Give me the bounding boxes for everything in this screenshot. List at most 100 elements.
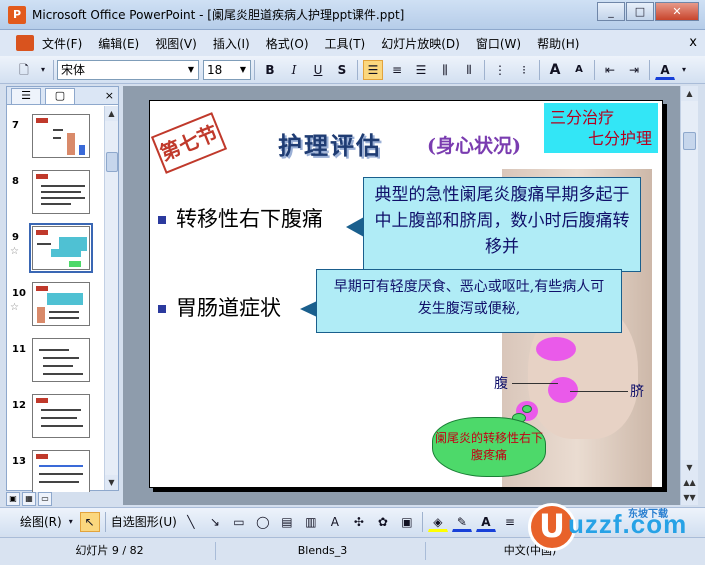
toolbar-dropdown-icon[interactable]: ▾ [38,60,48,80]
menu-format[interactable]: 格式(O) [258,35,317,52]
font-size-select[interactable]: 18 ▼ [203,59,251,80]
underline-button[interactable]: U [308,60,328,80]
slide-preview[interactable] [29,223,93,273]
vertical-text-icon[interactable]: ⫼ [435,60,455,80]
thumbnail-slide-8[interactable]: 8 [7,168,104,224]
font-name-select[interactable]: 宋体 ▼ [57,59,199,80]
wordart-icon[interactable]: A [325,512,345,532]
window-title: Microsoft Office PowerPoint - [阑尾炎胆道疾病人护… [32,8,405,22]
thumbnail-slide-12[interactable]: 12 [7,392,104,448]
line-color-icon[interactable]: ✎ [451,512,472,532]
font-color-icon[interactable]: A [475,512,496,532]
align-left-icon[interactable]: ☰ [363,59,383,80]
slide-subtitle: (身心状况) [427,135,521,157]
document-close-button[interactable]: x [689,35,697,50]
shadow-button[interactable]: S [332,60,352,80]
new-document-icon[interactable]: 🗋 [14,60,34,80]
close-button[interactable]: ✕ [655,2,699,21]
draw-menu-button[interactable]: 绘图(R) [20,513,62,530]
scrollbar-thumb[interactable] [106,152,118,172]
scrollbar-thumb[interactable] [683,132,696,150]
minimize-button[interactable]: _ [597,2,625,21]
thumbnail-slide-11[interactable]: 11 [7,336,104,392]
slide-scrollbar[interactable]: ▲ ▼ ▲▲ ▼▼ [680,86,698,505]
slides-tab[interactable]: ▢ [45,87,75,104]
bold-button[interactable]: B [260,60,280,80]
thumbnail-list: 7 8 9 ☆ 10 ☆ 11 12 13 [7,106,104,492]
increase-indent-icon[interactable]: ⇥ [624,60,644,80]
label-abdomen: 腹 [494,376,508,392]
previous-slide-icon[interactable]: ▲▲ [681,475,698,490]
scroll-down-icon[interactable]: ▼ [681,460,698,475]
align-right-icon[interactable]: ☰ [411,60,431,80]
slide-preview[interactable] [32,170,90,214]
line-icon[interactable]: ╲ [181,512,201,532]
oval-icon[interactable]: ◯ [253,512,273,532]
scroll-up-icon[interactable]: ▲ [681,86,698,101]
menu-edit[interactable]: 编辑(E) [90,35,147,52]
chevron-down-icon[interactable]: ▼ [236,61,250,79]
normal-view-icon[interactable]: ▣ [6,492,20,506]
fill-color-icon[interactable]: ◈ [427,512,448,532]
thumbnail-slide-13[interactable]: 13 [7,448,104,492]
scroll-down-icon[interactable]: ▼ [105,475,118,490]
document-icon[interactable] [16,35,34,51]
picture-icon[interactable]: ▣ [397,512,417,532]
current-slide[interactable]: 第七节 护理评估 (身心状况) 三分治疗 七分护理 转移性右下腹痛 胃肠道症状 … [149,100,663,488]
font-name-value: 宋体 [61,63,86,77]
bullets-icon[interactable]: ⁝ [514,60,534,80]
slide-preview[interactable] [32,114,90,158]
menu-insert[interactable]: 插入(I) [205,35,258,52]
line-style-icon[interactable]: ≡ [500,512,520,532]
clipart-icon[interactable]: ✿ [373,512,393,532]
slide-preview[interactable] [32,282,90,326]
grow-font-button[interactable]: A [545,60,565,80]
select-pointer-icon[interactable]: ↖ [79,511,100,532]
close-icon[interactable]: × [105,89,114,102]
outline-tab[interactable]: ☰ [11,87,41,104]
slides-panel: ☰ ▢ × 7 8 9 ☆ 10 ☆ 11 12 13 ▲ ▼ [6,86,119,492]
bullet-gi-symptoms: 胃肠道症状 [176,296,281,320]
slideshow-view-icon[interactable]: ▭ [38,492,52,506]
thumbnail-scrollbar[interactable]: ▲ ▼ [104,106,118,490]
menu-tools[interactable]: 工具(T) [317,35,374,52]
section-badge: 第七节 [150,112,228,174]
logo-subtext: 东坡下载 [628,509,668,520]
menu-view[interactable]: 视图(V) [147,35,205,52]
chevron-down-icon[interactable]: ▾ [679,60,689,80]
slide-preview[interactable] [32,394,90,438]
maximize-button[interactable]: □ [626,2,654,21]
chevron-down-icon[interactable]: ▾ [66,512,76,532]
diagram-icon[interactable]: ✣ [349,512,369,532]
scroll-up-icon[interactable]: ▲ [105,106,118,121]
column-text-icon[interactable]: ⫴ [459,60,479,80]
sorter-view-icon[interactable]: ▦ [22,492,36,506]
cloud-callout: 阑尾炎的转移性右下腹疼痛 [432,417,546,477]
separator [357,59,358,80]
textbox-icon[interactable]: ▤ [277,512,297,532]
chevron-down-icon[interactable]: ▼ [184,61,198,79]
vertical-textbox-icon[interactable]: ▥ [301,512,321,532]
thumbnail-slide-9[interactable]: 9 ☆ [7,223,104,280]
status-slide-number: 幻灯片 9 / 82 [4,542,216,560]
slide-preview[interactable] [32,450,90,492]
title-bar: P Microsoft Office PowerPoint - [阑尾炎胆道疾病… [0,0,705,30]
rectangle-icon[interactable]: ▭ [229,512,249,532]
menu-window[interactable]: 窗口(W) [468,35,529,52]
font-color-button[interactable]: A [655,60,675,80]
thumbnail-slide-7[interactable]: 7 [7,112,104,168]
thumbnail-slide-10[interactable]: 10 ☆ [7,280,104,336]
slide-preview[interactable] [32,338,90,382]
menu-file[interactable]: 文件(F) [34,35,90,52]
arrow-icon[interactable]: ↘ [205,512,225,532]
menu-help[interactable]: 帮助(H) [529,35,587,52]
bullet-icon [158,305,166,313]
autoshapes-menu-button[interactable]: 自选图形(U) [111,513,177,530]
decrease-indent-icon[interactable]: ⇤ [600,60,620,80]
motto-line-1: 三分治疗 [550,108,615,127]
italic-button[interactable]: I [284,60,304,80]
numbering-icon[interactable]: ⋮ [490,60,510,80]
menu-slideshow[interactable]: 幻灯片放映(D) [373,35,468,52]
align-center-icon[interactable]: ≡ [387,60,407,80]
shrink-font-button[interactable]: A [569,60,589,80]
